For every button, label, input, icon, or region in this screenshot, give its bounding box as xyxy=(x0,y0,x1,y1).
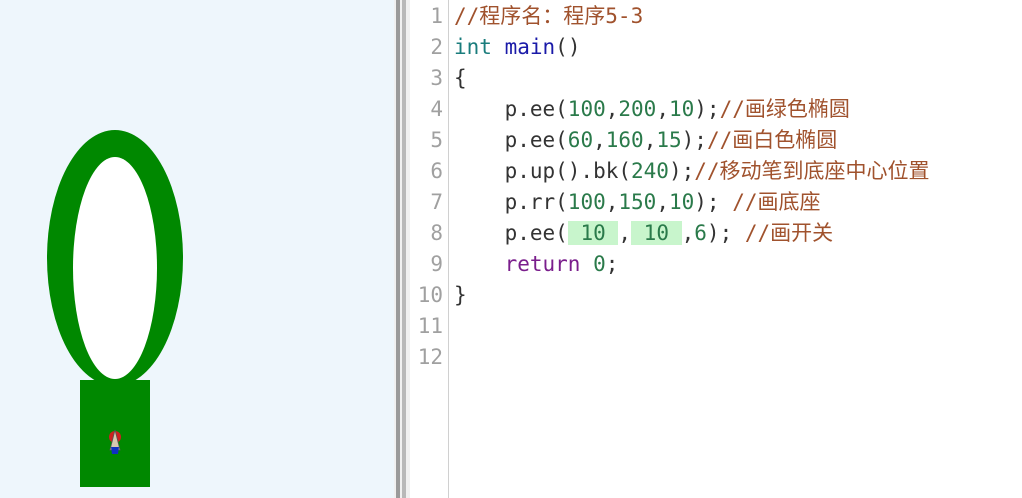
code-token: 10 xyxy=(631,221,682,245)
code-token: 100 xyxy=(567,190,606,214)
line-number: 7 xyxy=(430,190,443,214)
line-number: 2 xyxy=(430,35,443,59)
code-token: 10 xyxy=(567,221,619,245)
code-text: p.ee( 10 , 10 ,6); //画开关 xyxy=(454,218,833,249)
code-editor[interactable]: 1//程序名：程序5-3 2 int main() 3{4 p.ee(100,200,… xyxy=(410,0,1022,498)
code-token: main xyxy=(504,35,556,59)
code-token: 240 xyxy=(631,159,669,183)
line-number: 5 xyxy=(430,128,443,152)
code-token: 200 xyxy=(618,97,657,121)
code-token: , xyxy=(605,97,619,121)
code-text: p.ee(60,160,15);//画白色椭圆 xyxy=(454,125,838,156)
code-token: int xyxy=(454,35,492,59)
code-token: 100 xyxy=(567,97,606,121)
code-text: //程序名：程序5-3 xyxy=(454,1,643,32)
code-token: //画白色椭圆 xyxy=(706,128,838,152)
splitter-bar xyxy=(402,0,406,498)
code-token: p.rr( xyxy=(454,190,568,214)
code-token: , xyxy=(593,128,606,152)
code-token: 150 xyxy=(618,190,657,214)
code-token: p.ee( xyxy=(454,221,568,245)
code-token: //画底座 xyxy=(732,190,821,214)
code-token: p.up().bk( xyxy=(454,159,632,183)
line-number: 4 xyxy=(430,97,443,121)
code-token: ); xyxy=(681,128,707,152)
line-number: 3 xyxy=(430,66,443,90)
line-number: 11 xyxy=(417,314,443,338)
code-token: 10 xyxy=(668,97,695,121)
code-token: , xyxy=(605,190,619,214)
code-token: 6 xyxy=(694,221,707,245)
code-token: ); xyxy=(694,190,733,214)
code-text: } xyxy=(454,280,467,311)
code-token: p.ee( xyxy=(454,97,568,121)
panel-splitter[interactable] xyxy=(394,0,410,498)
code-token: , xyxy=(656,190,669,214)
line-number: 10 xyxy=(417,283,443,307)
splitter-bar xyxy=(396,0,400,498)
code-token: , xyxy=(681,221,695,245)
code-token: 160 xyxy=(605,128,644,152)
code-text: p.ee(100,200,10);//画绿色椭圆 xyxy=(454,94,850,125)
code-token: p.ee( xyxy=(454,128,568,152)
code-token: //画绿色椭圆 xyxy=(719,97,850,121)
code-token: ); xyxy=(694,97,720,121)
drawing-svg xyxy=(47,130,183,487)
code-token: //画开关 xyxy=(744,221,834,245)
code-token: ); xyxy=(706,221,745,245)
code-token: () xyxy=(555,35,581,59)
code-text: { xyxy=(454,63,467,94)
code-token: { xyxy=(454,66,467,90)
line-number: 8 xyxy=(430,221,443,245)
code-token: //程序名：程序5-3 xyxy=(454,4,644,28)
code-token: , xyxy=(656,97,669,121)
code-token: , xyxy=(643,128,657,152)
line-number: 1 xyxy=(430,4,443,28)
code-token: , xyxy=(618,221,632,245)
code-token: 15 xyxy=(656,128,682,152)
line-number: 12 xyxy=(417,345,443,369)
code-text: p.rr(100,150,10); //画底座 xyxy=(454,187,821,218)
line-number: 6 xyxy=(430,159,443,183)
mirror-white-ellipse xyxy=(73,157,157,379)
code-text: p.up().bk(240);//移动笔到底座中心位置 xyxy=(454,156,930,187)
code-token: ; xyxy=(605,252,619,276)
code-token: ); xyxy=(668,159,695,183)
code-token: //移动笔到底座中心位置 xyxy=(694,159,930,183)
line-number: 9 xyxy=(430,252,443,276)
code-token: return xyxy=(504,252,581,276)
code-token: 0 xyxy=(593,252,606,276)
code-token: 10 xyxy=(668,190,695,214)
code-token: 60 xyxy=(567,128,594,152)
code-text: return 0; xyxy=(454,249,619,280)
turtle-canvas[interactable] xyxy=(0,0,394,498)
code-token: } xyxy=(454,283,467,307)
code-text: int main() xyxy=(454,32,580,63)
